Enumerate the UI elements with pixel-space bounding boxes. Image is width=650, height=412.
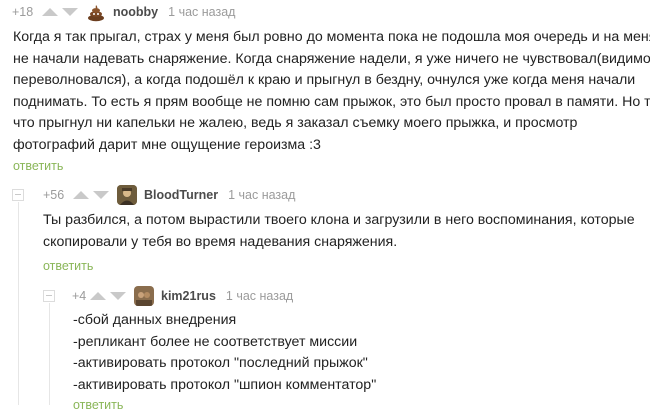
comment-text-line: скопировали у тебя во время надевания сн… <box>43 233 398 250</box>
comment-text-line: -активировать протокол "шпион комментато… <box>73 376 377 393</box>
collapse-thread-button[interactable] <box>12 189 24 201</box>
collapse-thread-button[interactable] <box>43 290 55 302</box>
user-avatar-icon[interactable] <box>134 286 154 306</box>
comment-time: 1 час назад <box>225 289 294 303</box>
comment-text-line: Ты разбился, а потом вырастили твоего кл… <box>43 212 635 228</box>
thread-branch-line <box>18 202 19 405</box>
comment-text-line: -репликант более не соответствует миссии <box>73 333 358 350</box>
comment-author[interactable]: BloodTurner <box>144 188 218 202</box>
thread-branch-line <box>49 303 50 405</box>
comment-text-line: -активировать протокол "последний прыжок… <box>73 355 368 372</box>
comment-text-line: Когда я так прыгал, страх у меня был ров… <box>13 29 650 45</box>
comment-header: +56 BloodTurner 1 час назад <box>43 184 295 206</box>
comment-time: 1 час назад <box>168 5 236 19</box>
comment-text-line: что прыгнул ни капельки не жалею, ведь я… <box>13 115 578 132</box>
comment-text-line: не начали надевать снаряжение. Когда сна… <box>13 50 650 67</box>
comment-text-line: фотографий дарит мне ощущение героизма :… <box>13 136 321 153</box>
user-avatar-icon[interactable] <box>117 185 137 205</box>
reply-link[interactable]: ответить <box>13 159 63 173</box>
comment-rating: +56 <box>43 188 65 202</box>
reply-link[interactable]: ответить <box>73 398 123 412</box>
comment-header: +4 kim21rus 1 час назад <box>72 285 293 307</box>
comment-body: Ты разбился, а потом вырастили твоего кл… <box>43 210 635 253</box>
upvote-arrow-icon[interactable] <box>90 292 106 300</box>
comment-author[interactable]: noobby <box>113 5 158 19</box>
comment-header: +18 noobby 1 час назад <box>12 1 235 23</box>
comment-text-line: -сбой данных внедрения <box>73 312 237 328</box>
comment-text-line: переволновался), а когда подошёл к краю … <box>13 72 636 89</box>
reply-link[interactable]: ответить <box>43 259 93 273</box>
upvote-arrow-icon[interactable] <box>42 8 58 16</box>
comment-rating: +4 <box>72 289 87 303</box>
comment-time: 1 час назад <box>228 188 296 202</box>
comment-rating: +18 <box>12 5 34 19</box>
comment-author[interactable]: kim21rus <box>161 289 216 303</box>
comment-body: Когда я так прыгал, страх у меня был ров… <box>13 27 650 157</box>
downvote-arrow-icon[interactable] <box>110 292 126 300</box>
upvote-arrow-icon[interactable] <box>73 191 89 199</box>
comment-text-line: поднимать. То есть я прям вообще не помн… <box>13 93 650 110</box>
comment-body: -сбой данных внедрения -репликант более … <box>73 310 376 396</box>
poop-emoji-icon[interactable] <box>86 2 106 22</box>
downvote-arrow-icon[interactable] <box>93 191 109 199</box>
downvote-arrow-icon[interactable] <box>62 8 78 16</box>
